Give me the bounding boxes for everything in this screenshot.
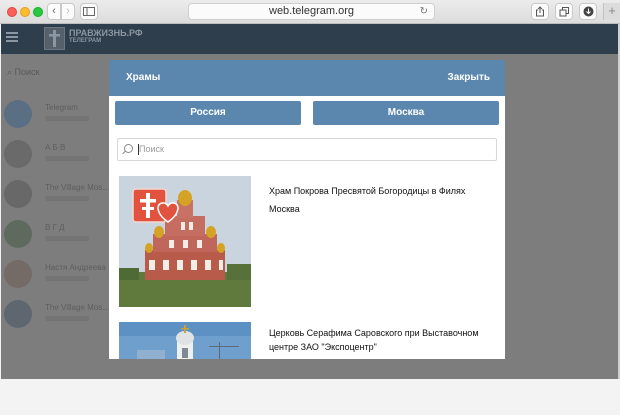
- chat-preview: [45, 276, 89, 281]
- church-photo[interactable]: [119, 176, 251, 307]
- chat-preview: [45, 116, 89, 121]
- url-text: web.telegram.org: [269, 5, 354, 17]
- list-item[interactable]: Церковь Серафима Саровского при Выставоч…: [109, 322, 505, 359]
- chat-name: The Village Mos...: [45, 303, 109, 312]
- church-name[interactable]: Храм Покрова Пресвятой Богородицы в Филя…: [269, 184, 491, 198]
- new-tab-button[interactable]: +: [603, 3, 620, 20]
- close-button[interactable]: Закрыть: [447, 72, 490, 83]
- sidebar-toggle-button[interactable]: [80, 3, 98, 20]
- chat-preview: [45, 236, 89, 241]
- avatar: [4, 220, 32, 248]
- back-button[interactable]: ‹: [47, 3, 61, 20]
- minimize-window-button[interactable]: [20, 7, 30, 17]
- modal-title: Храмы: [126, 72, 161, 83]
- tabs-icon: [559, 7, 569, 17]
- reload-icon[interactable]: ↻: [420, 4, 428, 19]
- browser-toolbar: ‹ › web.telegram.org ↻ +: [0, 0, 620, 24]
- plus-icon: +: [608, 3, 616, 18]
- chat-list-item[interactable]: The Village Mos...: [1, 174, 111, 214]
- channel-logo-subtitle: ТЕЛЕГРАМ: [69, 38, 102, 44]
- pravzhizn-badge-icon: [132, 188, 179, 226]
- churches-modal: Храмы Закрыть Россия Москва Поиск Храм П…: [109, 60, 505, 359]
- avatar: [4, 260, 32, 288]
- chat-list-item[interactable]: В Г Д: [1, 214, 111, 254]
- hamburger-menu-icon[interactable]: [6, 32, 18, 42]
- church-city: Москва: [269, 204, 300, 214]
- city-filter-button[interactable]: Москва: [313, 101, 499, 125]
- address-bar[interactable]: web.telegram.org ↻: [188, 3, 435, 20]
- window-bottom-area: [1, 379, 618, 415]
- search-icon: ⌕: [7, 67, 15, 77]
- chat-list-item[interactable]: The Village Mos...: [1, 294, 111, 334]
- church-search-input[interactable]: Поиск: [117, 138, 497, 161]
- chat-name: А Б В: [45, 143, 66, 152]
- chat-name: The Village Mos...: [45, 183, 109, 192]
- chat-preview: [45, 156, 89, 161]
- avatar: [4, 100, 32, 128]
- show-tabs-button[interactable]: [555, 3, 573, 20]
- channel-logo-title: ПРАВЖИЗНЬ.РФ: [69, 28, 143, 38]
- chat-preview: [45, 316, 89, 321]
- telegram-header: ПРАВЖИЗНЬ.РФ ТЕЛЕГРАМ: [1, 24, 618, 54]
- chat-search-input[interactable]: ⌕ Поиск: [1, 62, 111, 82]
- sidebar-icon: [83, 7, 95, 16]
- church-name[interactable]: Церковь Серафима Саровского при Выставоч…: [269, 326, 491, 354]
- chat-preview: [45, 196, 89, 201]
- chat-name: В Г Д: [45, 223, 65, 232]
- download-icon: [583, 6, 593, 17]
- forward-button[interactable]: ›: [61, 3, 75, 20]
- chevron-right-icon: ›: [66, 5, 70, 17]
- browser-window: ‹ › web.telegram.org ↻ + ПРАВЖИЗНЬ.РФ ТЕ…: [0, 0, 620, 415]
- chat-list-item[interactable]: Настя Андреева: [1, 254, 111, 294]
- country-filter-button[interactable]: Россия: [115, 101, 301, 125]
- list-item[interactable]: Храм Покрова Пресвятой Богородицы в Филя…: [109, 176, 505, 308]
- search-placeholder: Поиск: [139, 144, 164, 154]
- cross-logo-icon: [49, 30, 60, 47]
- close-window-button[interactable]: [7, 7, 17, 17]
- chat-list-item[interactable]: А Б В: [1, 134, 111, 174]
- zoom-window-button[interactable]: [33, 7, 43, 17]
- chat-name: Настя Андреева: [45, 263, 106, 272]
- avatar: [4, 180, 32, 208]
- chat-search-placeholder: Поиск: [14, 67, 40, 77]
- share-button[interactable]: [531, 3, 549, 20]
- chat-name: Telegram: [45, 103, 78, 112]
- downloads-button[interactable]: [579, 3, 597, 20]
- chat-list-item[interactable]: Telegram: [1, 94, 111, 134]
- share-icon: [536, 6, 544, 17]
- chevron-left-icon: ‹: [52, 5, 56, 17]
- church-image: [119, 322, 251, 359]
- avatar: [4, 300, 32, 328]
- channel-logo: [44, 27, 65, 50]
- modal-header: Храмы Закрыть: [109, 60, 505, 96]
- search-icon: [124, 144, 133, 153]
- church-photo[interactable]: [119, 322, 251, 359]
- avatar: [4, 140, 32, 168]
